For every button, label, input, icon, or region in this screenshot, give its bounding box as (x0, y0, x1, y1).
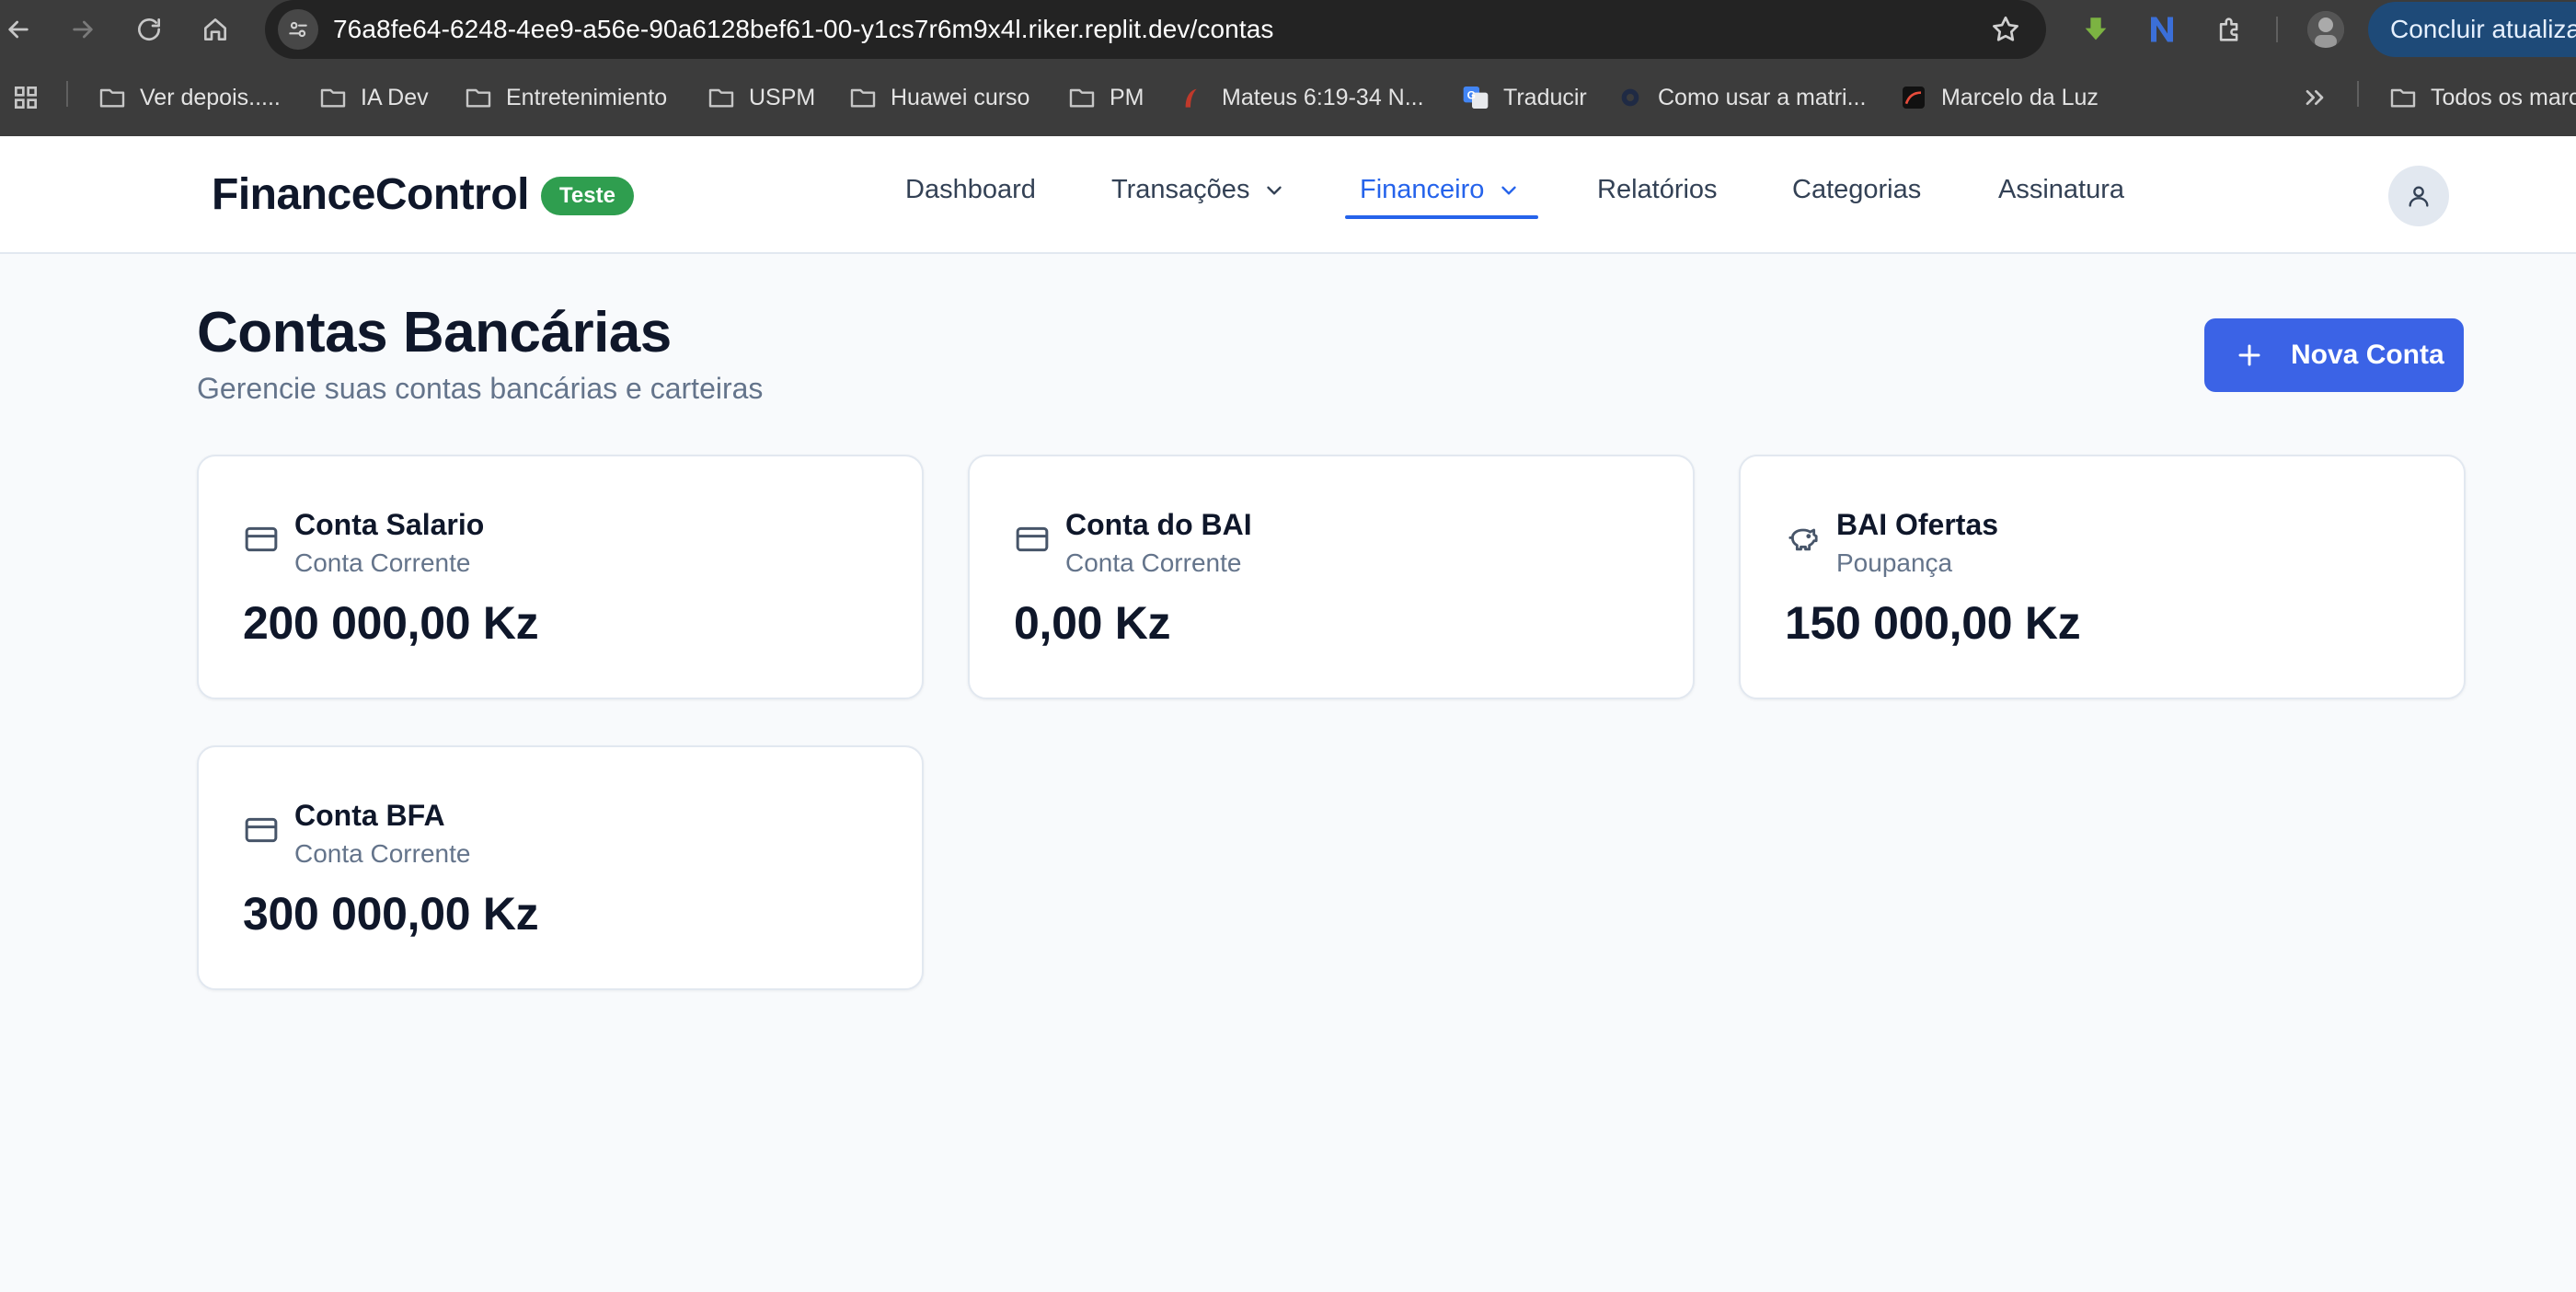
nav-label: Dashboard (905, 175, 1036, 204)
bookmarks-divider (66, 81, 68, 107)
translate-icon: G (1463, 87, 1489, 109)
more-bookmarks-chevron-icon[interactable] (2300, 81, 2329, 114)
generic-site-icon (1621, 88, 1639, 107)
extensions-puzzle-icon[interactable] (2212, 11, 2248, 48)
chevron-down-icon (1501, 186, 1517, 194)
bookmark-item[interactable]: Entretenimiento (464, 81, 667, 114)
all-bookmarks-label: Todos os marc (2431, 84, 2576, 110)
folder-icon (850, 88, 876, 108)
account-balance: 150 000,00 Kz (1785, 597, 2081, 649)
folder-icon (99, 88, 125, 108)
bookmark-label: USPM (749, 84, 816, 110)
nav-label: Financeiro (1360, 175, 1485, 204)
bookmark-item[interactable]: Como usar a matri... (1616, 81, 1866, 114)
bookmark-label: PM (1110, 84, 1144, 110)
bookmark-label: Marcelo da Luz (1941, 84, 2099, 110)
piggy-bank-icon (1788, 528, 1818, 551)
folder-icon (320, 88, 346, 108)
bookmark-label: Mateus 6:19-34 N... (1222, 84, 1424, 110)
browser-profile-avatar[interactable] (2307, 11, 2344, 48)
bookmark-label: Como usar a matri... (1658, 84, 1867, 110)
bookmark-label: Traducir (1503, 84, 1587, 110)
new-account-label: Nova Conta (2291, 340, 2444, 370)
account-type: Conta Corrente (294, 548, 471, 577)
account-balance: 300 000,00 Kz (243, 888, 539, 940)
account-balance: 200 000,00 Kz (243, 597, 539, 649)
folder-icon (708, 88, 734, 108)
plus-icon (2238, 344, 2260, 366)
bookmark-label: Entretenimiento (506, 84, 668, 110)
bookmark-item[interactable]: PM (1067, 81, 1144, 114)
nav-label: Transações (1111, 175, 1250, 204)
nav-label: Relatórios (1597, 175, 1718, 204)
brand-logo[interactable]: FinanceControl (212, 169, 530, 220)
bookmark-label: Huawei curso (891, 84, 1030, 110)
account-name: BAI Ofertas (1836, 508, 1999, 541)
url-text[interactable]: 76a8fe64-6248-4ee9-a56e-90a6128bef61-00-… (333, 15, 1274, 44)
home-icon[interactable] (193, 7, 237, 52)
toolbar-divider (2276, 17, 2278, 42)
bookmark-star-icon[interactable] (1989, 13, 2022, 46)
credit-card-icon (245, 526, 278, 552)
page-subtitle: Gerencie suas contas bancárias e carteir… (197, 372, 764, 405)
reload-icon[interactable] (127, 7, 171, 52)
account-name: Conta BFA (294, 799, 445, 832)
update-button[interactable]: Concluir atualiza (2368, 2, 2576, 57)
bookmark-item[interactable]: Huawei curso (848, 81, 1029, 114)
folder-icon (2390, 88, 2416, 108)
bible-icon (1185, 88, 1197, 108)
account-balance: 0,00 Kz (1014, 597, 1171, 649)
nav-categorias[interactable]: Categorias (1792, 175, 1921, 205)
all-bookmarks-item[interactable]: Todos os marc (2388, 81, 2576, 114)
nav-assinatura[interactable]: Assinatura (1998, 175, 2124, 205)
nav-label: Categorias (1792, 175, 1922, 204)
page-title: Contas Bancárias (197, 301, 672, 364)
bookmark-item[interactable]: G Traducir (1461, 81, 1587, 114)
bookmarks-divider (2357, 81, 2359, 107)
notion-extension-icon[interactable] (2144, 11, 2180, 48)
back-arrow-icon[interactable] (0, 7, 40, 52)
nav-relatorios[interactable]: Relatórios (1597, 175, 1718, 205)
bookmark-label: IA Dev (361, 84, 429, 110)
bookmark-item[interactable]: IA Dev (318, 81, 429, 114)
nav-transacoes[interactable]: Transações (1111, 175, 1286, 205)
nav-dashboard[interactable]: Dashboard (905, 175, 1036, 205)
bookmarks-bar: Ver depois..... IA Dev Entretenimiento U… (0, 59, 2576, 136)
environment-badge: Teste (541, 177, 634, 215)
account-card[interactable]: BAI Ofertas Poupança 150 000,00 Kz (1739, 455, 2466, 699)
account-name: Conta do BAI (1065, 508, 1252, 541)
app-header: FinanceControl Teste Dashboard Transaçõe… (0, 136, 2576, 254)
folder-icon (1069, 88, 1095, 108)
account-card[interactable]: Conta do BAI Conta Corrente 0,00 Kz (968, 455, 1695, 699)
new-account-button[interactable]: Nova Conta (2204, 318, 2464, 392)
account-type: Conta Corrente (1065, 548, 1242, 577)
bookmark-item[interactable]: Marcelo da Luz (1899, 81, 2099, 114)
browser-toolbar: 76a8fe64-6248-4ee9-a56e-90a6128bef61-00-… (0, 0, 2576, 59)
user-avatar[interactable] (2388, 166, 2449, 226)
user-icon (2409, 186, 2429, 207)
svg-text:G: G (1467, 88, 1476, 101)
site-logo-icon (1903, 87, 1925, 109)
bookmark-item[interactable]: Mateus 6:19-34 N... (1179, 81, 1424, 114)
nav-label: Assinatura (1998, 175, 2125, 204)
account-card[interactable]: Conta Salario Conta Corrente 200 000,00 … (197, 455, 924, 699)
account-type: Poupança (1836, 548, 1953, 577)
download-extension-icon[interactable] (2077, 11, 2114, 48)
bookmark-label: Ver depois..... (140, 84, 281, 110)
active-nav-indicator (1345, 215, 1538, 219)
account-type: Conta Corrente (294, 839, 471, 868)
forward-arrow-icon[interactable] (61, 7, 105, 52)
account-name: Conta Salario (294, 508, 485, 541)
bookmark-item[interactable]: USPM (707, 81, 815, 114)
apps-grid-icon[interactable] (11, 81, 40, 114)
credit-card-icon (245, 817, 278, 843)
credit-card-icon (1016, 526, 1049, 552)
folder-icon (466, 88, 491, 108)
chevron-down-icon (1267, 186, 1282, 194)
address-bar[interactable]: 76a8fe64-6248-4ee9-a56e-90a6128bef61-00-… (265, 0, 2046, 59)
account-card[interactable]: Conta BFA Conta Corrente 300 000,00 Kz (197, 745, 924, 990)
site-settings-icon[interactable] (278, 9, 318, 50)
bookmark-item[interactable]: Ver depois..... (98, 81, 281, 114)
nav-financeiro[interactable]: Financeiro (1360, 175, 1521, 205)
